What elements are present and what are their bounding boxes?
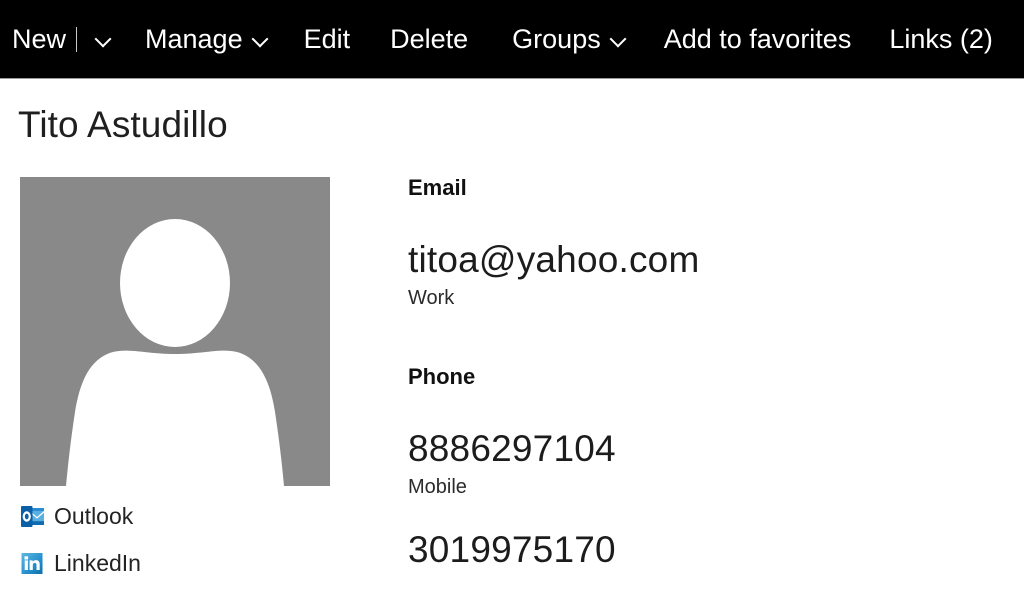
contact-left-column: Outlook LinkedIn xyxy=(20,177,331,580)
command-groups-label: Groups xyxy=(512,23,601,54)
section-email: Email titoa@yahoo.com Work xyxy=(408,177,998,310)
section-email-heading: Email xyxy=(408,175,467,200)
section-phone: Phone 8886297104 Mobile 3019975170 xyxy=(408,363,998,570)
chevron-down-icon[interactable] xyxy=(95,31,112,48)
field-email-value[interactable]: titoa@yahoo.com xyxy=(408,240,998,280)
field-phone-secondary-value[interactable]: 3019975170 xyxy=(408,529,998,570)
command-manage[interactable]: Manage xyxy=(145,0,269,79)
link-outlook-label: Outlook xyxy=(54,503,134,529)
link-outlook[interactable]: Outlook xyxy=(20,500,331,533)
command-bar: New Manage Edit Delete Groups Add to fav… xyxy=(0,0,1024,79)
command-links[interactable]: Links (2) xyxy=(889,0,993,79)
command-new[interactable]: New xyxy=(12,0,112,79)
field-email-sublabel: Work xyxy=(408,286,455,309)
command-edit[interactable]: Edit xyxy=(304,0,351,79)
field-phone-mobile[interactable]: 8886297104 Mobile xyxy=(408,428,998,499)
command-add-to-favorites[interactable]: Add to favorites xyxy=(664,0,852,79)
chevron-down-icon[interactable] xyxy=(610,31,627,48)
avatar xyxy=(20,177,330,486)
command-edit-label: Edit xyxy=(303,23,351,54)
field-phone-sublabel: Mobile xyxy=(408,475,467,498)
command-new-separator xyxy=(76,26,78,52)
contact-details: Email titoa@yahoo.com Work Phone 8886297… xyxy=(408,177,998,570)
command-delete-label: Delete xyxy=(390,23,469,54)
field-phone-secondary[interactable]: 3019975170 xyxy=(408,529,998,570)
field-email-work[interactable]: titoa@yahoo.com Work xyxy=(408,240,998,310)
command-manage-label: Manage xyxy=(145,23,243,54)
linkedin-icon xyxy=(20,551,45,576)
chevron-down-icon[interactable] xyxy=(252,31,269,48)
command-add-to-favorites-label: Add to favorites xyxy=(663,23,852,54)
command-new-label: New xyxy=(12,23,67,54)
command-groups[interactable]: Groups xyxy=(512,0,627,79)
link-linkedin[interactable]: LinkedIn xyxy=(20,547,331,580)
field-phone-value[interactable]: 8886297104 xyxy=(408,428,998,469)
section-phone-heading: Phone xyxy=(408,363,476,389)
command-links-label: Links (2) xyxy=(889,23,993,54)
command-delete[interactable]: Delete xyxy=(390,0,468,79)
link-linkedin-label: LinkedIn xyxy=(54,550,141,576)
page-title: Tito Astudillo xyxy=(18,104,228,145)
field-spacer xyxy=(408,499,998,530)
outlook-icon xyxy=(20,504,45,529)
